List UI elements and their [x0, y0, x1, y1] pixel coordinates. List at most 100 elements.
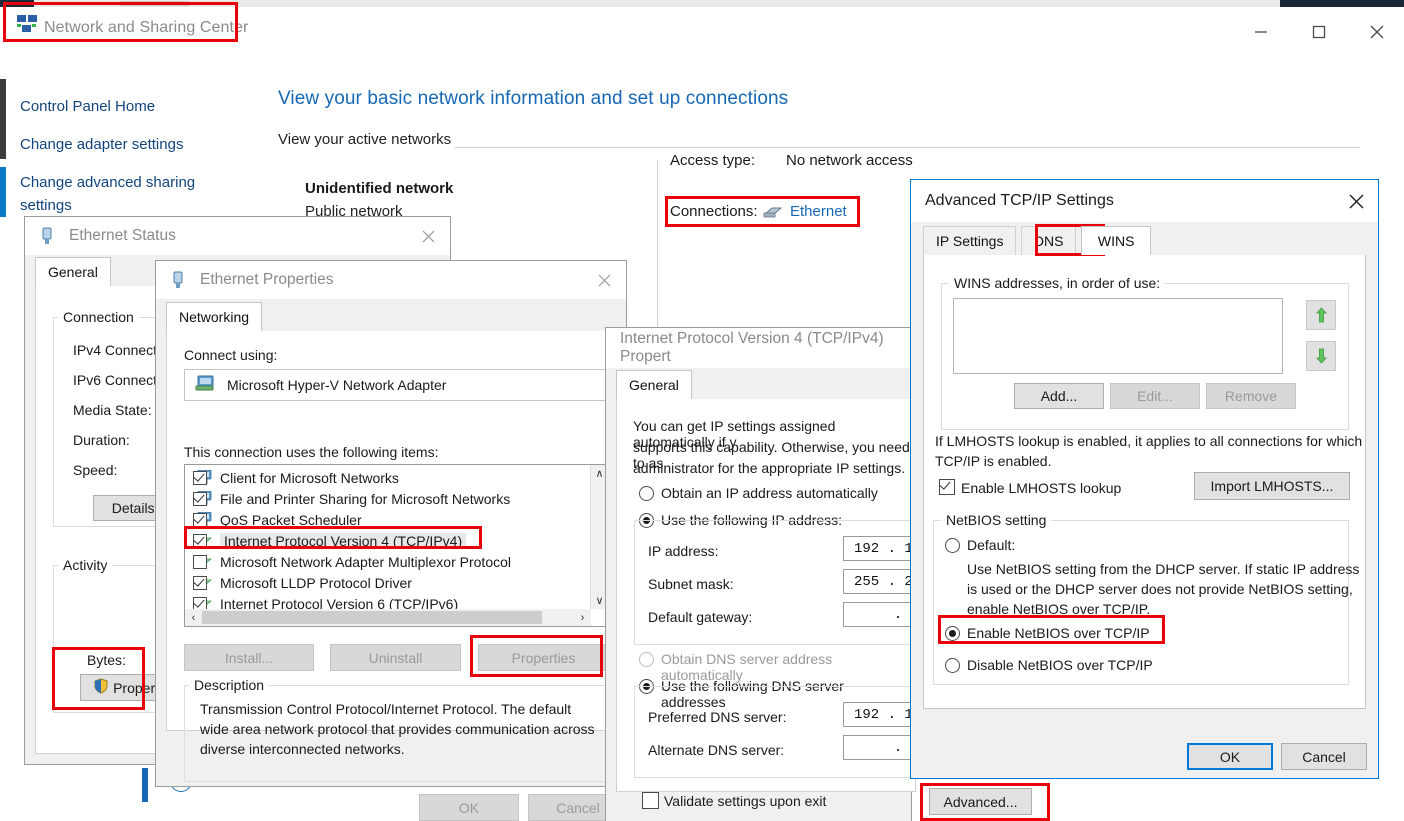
horizontal-scroll-thumb[interactable] — [202, 611, 542, 624]
disable-netbios-label: Disable NetBIOS over TCP/IP — [967, 657, 1153, 673]
obtain-dns-radio[interactable] — [639, 652, 654, 667]
advanced-ok-button[interactable]: OK — [1187, 743, 1273, 770]
close-icon[interactable] — [582, 261, 626, 299]
title-bar: Network and Sharing Center — [0, 7, 1404, 43]
advanced-tcpip-dialog: Advanced TCP/IP Settings IP Settings DNS… — [911, 180, 1378, 778]
disable-netbios-radio[interactable] — [945, 658, 960, 673]
enable-lmhosts-checkbox[interactable] — [939, 479, 955, 495]
alternate-dns-value: . — [893, 739, 903, 756]
validate-settings-label: Validate settings upon exit — [664, 793, 827, 809]
wins-remove-button[interactable]: Remove — [1206, 383, 1296, 409]
subnet-mask-label: Subnet mask: — [648, 576, 734, 592]
close-icon[interactable] — [1334, 182, 1378, 220]
active-networks-subheading: View your active networks — [278, 131, 452, 148]
wins-addresses-listbox[interactable] — [953, 298, 1283, 374]
static-dns-group — [634, 686, 919, 778]
install-button[interactable]: Install... — [184, 644, 314, 671]
ethernet-connection-link[interactable]: Ethernet — [790, 203, 847, 220]
network-items-listbox[interactable]: Client for Microsoft Networks File and P… — [184, 464, 609, 627]
scroll-left-icon[interactable]: ‹ — [185, 609, 202, 626]
item-checkbox[interactable] — [193, 470, 207, 485]
tab-wins[interactable]: WINS — [1080, 226, 1152, 255]
list-horizontal-scrollbar[interactable]: ‹ › — [185, 609, 591, 626]
close-icon[interactable] — [406, 217, 450, 255]
connect-using-label: Connect using: — [184, 347, 278, 363]
ethernet-plug-icon — [39, 226, 57, 246]
activity-group-label: Activity — [58, 557, 113, 573]
netbios-group-label: NetBIOS setting — [941, 512, 1052, 528]
validate-settings-checkbox[interactable] — [642, 792, 659, 809]
tab-dns[interactable]: DNS — [1020, 226, 1077, 255]
ethernet-adapter-icon — [763, 205, 783, 224]
ethernet-status-tabstrip: General — [35, 257, 111, 287]
import-lmhosts-button[interactable]: Import LMHOSTS... — [1194, 472, 1350, 500]
subheading-divider — [455, 147, 1360, 148]
scroll-right-icon[interactable]: › — [574, 609, 591, 626]
advanced-button[interactable]: Advanced... — [929, 788, 1032, 815]
access-type-label: Access type: — [670, 152, 756, 169]
item-checkbox[interactable] — [193, 575, 207, 590]
ethernet-properties-dialog: Ethernet Properties Networking Connect u… — [156, 261, 759, 821]
description-group-label: Description — [189, 677, 270, 693]
list-item[interactable]: Client for Microsoft Networks — [185, 467, 591, 488]
list-item[interactable]: Internet Protocol Version 4 (TCP/IPv4) — [185, 530, 591, 551]
connections-label: Connections: — [670, 203, 758, 220]
page-title: View your basic network information and … — [278, 88, 789, 109]
uninstall-button[interactable]: Uninstall — [330, 644, 461, 671]
item-checkbox[interactable] — [193, 491, 207, 506]
network-sharing-icon — [16, 14, 38, 34]
connection-group-label: Connection — [58, 309, 139, 325]
network-item-properties-button[interactable]: Properties — [478, 644, 609, 671]
bytes-label: Bytes: — [87, 652, 126, 668]
item-label: Microsoft LLDP Protocol Driver — [220, 574, 412, 591]
lmhosts-note-line-2: TCP/IP is enabled. — [935, 453, 1052, 469]
ipv4-intro-line-3: administrator for the appropriate IP set… — [633, 460, 906, 476]
wins-edit-button[interactable]: Edit... — [1110, 383, 1200, 409]
netbios-default-radio[interactable] — [945, 538, 960, 553]
ethernet-properties-title: Ethernet Properties — [200, 271, 334, 288]
wins-add-button[interactable]: Add... — [1014, 383, 1104, 409]
netbios-default-desc-line-2: is used or the DHCP server does not prov… — [967, 581, 1353, 597]
lmhosts-note-line-1: If LMHOSTS lookup is enabled, it applies… — [935, 433, 1363, 449]
tab-networking[interactable]: Networking — [166, 302, 263, 331]
tab-general[interactable]: General — [616, 370, 692, 399]
ethernet-status-title-bar: Ethernet Status — [25, 217, 450, 255]
enable-netbios-radio[interactable] — [945, 626, 960, 641]
item-label: File and Printer Sharing for Microsoft N… — [220, 490, 511, 507]
advanced-tcpip-title: Advanced TCP/IP Settings — [925, 192, 1114, 209]
item-label: Microsoft Network Adapter Multiplexor Pr… — [220, 553, 511, 570]
list-item[interactable]: Microsoft Network Adapter Multiplexor Pr… — [185, 551, 591, 572]
item-checkbox[interactable] — [193, 533, 207, 548]
enable-lmhosts-label: Enable LMHOSTS lookup — [961, 480, 1122, 496]
advanced-tcpip-title-bar: Advanced TCP/IP Settings — [911, 180, 1378, 222]
item-checkbox[interactable] — [193, 512, 207, 527]
advanced-cancel-button[interactable]: Cancel — [1281, 743, 1367, 770]
list-item[interactable]: File and Printer Sharing for Microsoft N… — [185, 488, 591, 509]
background-window-strip — [0, 0, 1404, 7]
list-item[interactable]: QoS Packet Scheduler — [185, 509, 591, 530]
ethernet-properties-ok-button[interactable]: OK — [419, 794, 519, 821]
network-adapter-icon — [195, 375, 217, 395]
sidebar-item-control-panel-home[interactable]: Control Panel Home — [20, 95, 250, 118]
alternate-dns-label: Alternate DNS server: — [648, 742, 785, 758]
default-gateway-label: Default gateway: — [648, 609, 753, 625]
preferred-dns-label: Preferred DNS server: — [648, 709, 787, 725]
default-gateway-value: . — [893, 606, 903, 623]
adapter-name: Microsoft Hyper-V Network Adapter — [227, 377, 447, 393]
list-item[interactable]: Microsoft LLDP Protocol Driver — [185, 572, 591, 593]
item-label: QoS Packet Scheduler — [220, 511, 362, 528]
tab-ip-settings[interactable]: IP Settings — [923, 226, 1017, 255]
tab-general[interactable]: General — [35, 257, 111, 286]
sidebar-item-change-adapter-settings[interactable]: Change adapter settings — [20, 133, 250, 156]
navigation-bar: ← → ⌄ ↑ › Control Panel › Network and In… — [0, 43, 1404, 119]
item-checkbox[interactable] — [193, 554, 207, 569]
ethernet-status-title: Ethernet Status — [69, 227, 176, 244]
ethernet-properties-title-bar: Ethernet Properties — [156, 261, 626, 299]
sidebar-item-change-advanced-sharing-settings[interactable]: Change advanced sharing settings — [20, 171, 205, 217]
duration-label: Duration: — [73, 432, 130, 448]
move-down-button[interactable] — [1306, 341, 1336, 371]
move-up-button[interactable] — [1306, 300, 1336, 330]
obtain-ip-radio[interactable] — [639, 486, 654, 501]
ipv4-properties-title: Internet Protocol Version 4 (TCP/IPv4) P… — [620, 330, 884, 365]
access-type-value: No network access — [786, 152, 913, 169]
